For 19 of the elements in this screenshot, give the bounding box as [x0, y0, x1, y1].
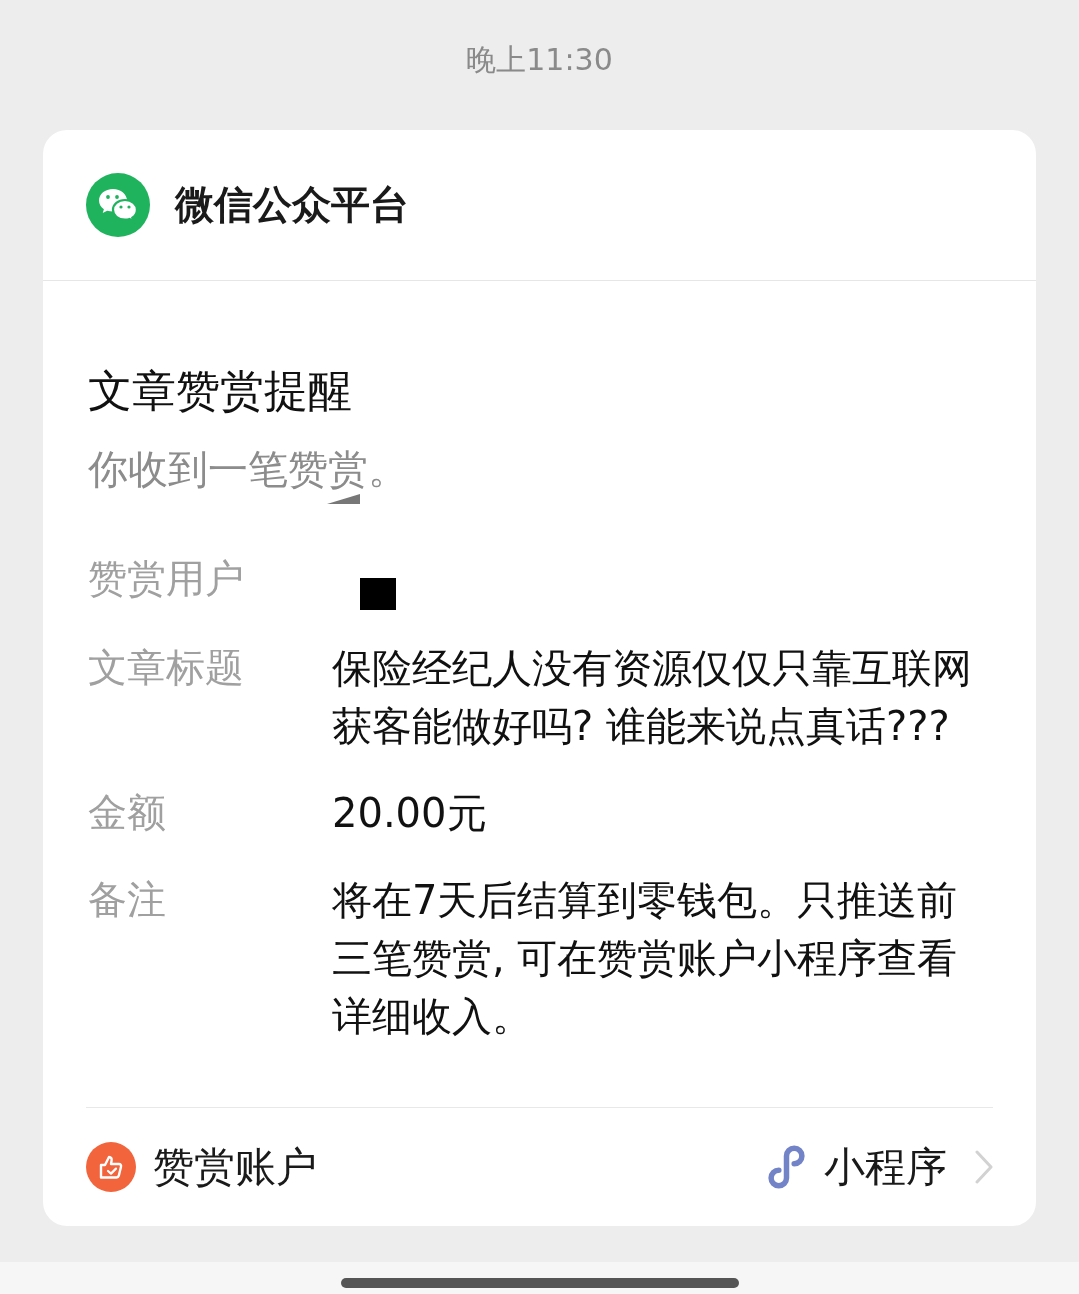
redaction-mark [327, 494, 360, 504]
mini-program-label[interactable]: 小程序 [824, 1142, 947, 1192]
field-value: 将在7天后结算到零钱包。只推送前三笔赞赏, 可在赞赏账户小程序查看详细收入。 [332, 876, 959, 1041]
link-icon [765, 1145, 808, 1189]
redaction-block [360, 578, 396, 610]
chevron-right-icon[interactable] [975, 1150, 993, 1184]
field-value: 20.00元 [332, 789, 488, 838]
notification-title: 文章赞赏提醒 [88, 364, 353, 418]
field-label: 赞赏用户 [88, 555, 245, 603]
message-time: 晚上11:30 [466, 41, 613, 79]
thumbs-up-icon [86, 1142, 136, 1192]
field-label: 金额 [88, 789, 167, 837]
notification-message: 你收到一笔赞赏。 [88, 445, 408, 494]
account-name: 微信公众平台 [175, 181, 409, 229]
chat-bubbles-icon [86, 173, 150, 237]
field-value: 保险经纪人没有资源仅仅只靠互联网获客能做好吗? 谁能来说点真话??? [332, 644, 973, 751]
field-label: 备注 [88, 876, 167, 924]
reward-account-label[interactable]: 赞赏账户 [153, 1142, 317, 1192]
field-label: 文章标题 [88, 644, 245, 692]
